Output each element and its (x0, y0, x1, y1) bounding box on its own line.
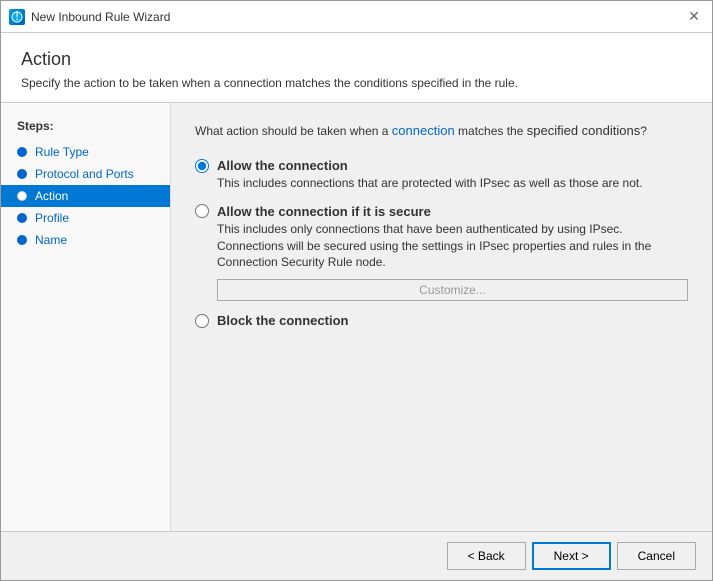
content-panel: What action should be taken when a conne… (171, 103, 712, 531)
step-label-action: Action (35, 189, 68, 203)
radio-allow-secure[interactable] (195, 204, 209, 218)
sidebar-item-profile[interactable]: Profile (1, 207, 170, 229)
option-allow-secure: Allow the connection if it is secure Thi… (195, 204, 688, 301)
option-block: Block the connection (195, 313, 688, 328)
steps-panel: Steps: Rule Type Protocol and Ports Acti… (1, 103, 171, 531)
sidebar-item-rule-type[interactable]: Rule Type (1, 141, 170, 163)
radio-label-allow[interactable]: Allow the connection (217, 158, 348, 173)
title-bar: ! New Inbound Rule Wizard ✕ (1, 1, 712, 33)
dialog-title: Action (21, 49, 692, 70)
question-text: What action should be taken when a conne… (195, 123, 688, 138)
window-title: New Inbound Rule Wizard (31, 10, 684, 24)
radio-row-block: Block the connection (195, 313, 688, 328)
close-button[interactable]: ✕ (684, 7, 704, 27)
radio-row-allow: Allow the connection (195, 158, 688, 173)
step-dot-name (17, 235, 27, 245)
radio-row-allow-secure: Allow the connection if it is secure (195, 204, 688, 219)
sidebar-item-protocol-and-ports[interactable]: Protocol and Ports (1, 163, 170, 185)
radio-block[interactable] (195, 314, 209, 328)
cancel-button[interactable]: Cancel (617, 542, 696, 570)
steps-label: Steps: (1, 115, 170, 141)
radio-allow[interactable] (195, 159, 209, 173)
step-dot-action (17, 191, 27, 201)
customize-button[interactable]: Customize... (217, 279, 688, 301)
sidebar-item-action[interactable]: Action (1, 185, 170, 207)
option-allow: Allow the connection This includes conne… (195, 158, 688, 192)
step-dot-protocol (17, 169, 27, 179)
radio-group: Allow the connection This includes conne… (195, 158, 688, 328)
step-label-profile: Profile (35, 211, 69, 225)
radio-desc-allow-secure: This includes only connections that have… (217, 221, 688, 271)
dialog-header: Action Specify the action to be taken wh… (1, 33, 712, 103)
dialog-body: Steps: Rule Type Protocol and Ports Acti… (1, 103, 712, 531)
sidebar-item-name[interactable]: Name (1, 229, 170, 251)
wizard-icon: ! (9, 9, 25, 25)
step-dot-profile (17, 213, 27, 223)
window: ! New Inbound Rule Wizard ✕ Action Speci… (0, 0, 713, 581)
step-label-protocol: Protocol and Ports (35, 167, 134, 181)
step-label-name: Name (35, 233, 67, 247)
radio-label-allow-secure[interactable]: Allow the connection if it is secure (217, 204, 431, 219)
step-label-rule-type: Rule Type (35, 145, 89, 159)
radio-desc-allow: This includes connections that are prote… (217, 175, 688, 192)
back-button[interactable]: < Back (447, 542, 526, 570)
step-dot-rule-type (17, 147, 27, 157)
dialog-footer: < Back Next > Cancel (1, 531, 712, 580)
radio-label-block[interactable]: Block the connection (217, 313, 348, 328)
svg-text:!: ! (15, 11, 19, 23)
dialog-description: Specify the action to be taken when a co… (21, 76, 692, 90)
next-button[interactable]: Next > (532, 542, 611, 570)
